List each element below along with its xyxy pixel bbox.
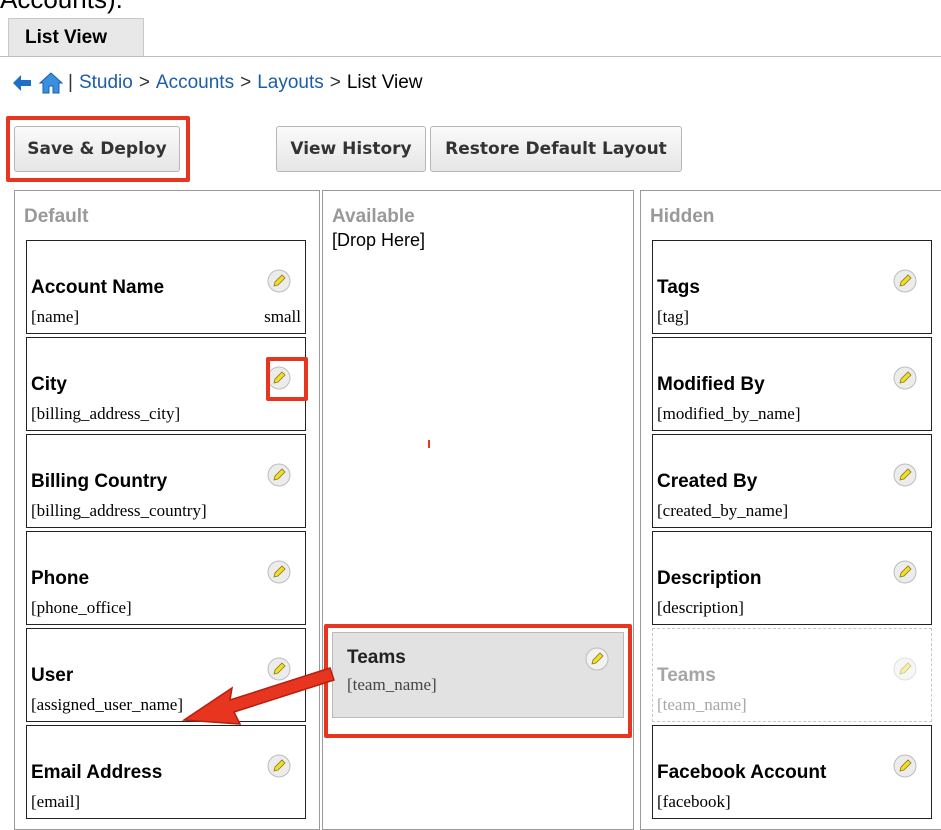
field-card-name: [created_by_name] bbox=[657, 501, 789, 520]
default-column-title: Default bbox=[24, 206, 89, 227]
pencil-edit-icon[interactable] bbox=[893, 754, 917, 778]
pencil-edit-icon bbox=[893, 657, 917, 681]
field-card-modified-by[interactable]: Modified By [modified_by_name] bbox=[652, 337, 932, 431]
tab-bar: List View bbox=[0, 10, 941, 57]
field-card-name: [email] bbox=[31, 792, 81, 811]
pencil-edit-icon[interactable] bbox=[893, 560, 917, 584]
field-card-facebook-account[interactable]: Facebook Account [facebook] bbox=[652, 725, 932, 819]
field-card-tags[interactable]: Tags [tag] bbox=[652, 240, 932, 334]
field-card-teams-ghost: Teams [team_name] bbox=[652, 628, 932, 722]
breadcrumb-accounts[interactable]: Accounts bbox=[156, 72, 234, 94]
pencil-edit-icon[interactable] bbox=[893, 366, 917, 390]
field-card-name: [phone_office] bbox=[31, 598, 132, 617]
field-card-name: [billing_address_city] bbox=[31, 404, 181, 423]
field-card-billing-country[interactable]: Billing Country [billing_address_country… bbox=[26, 434, 306, 528]
field-card-title: Phone bbox=[31, 568, 90, 589]
field-card-name: [billing_address_country] bbox=[31, 501, 207, 520]
field-card-title: Teams bbox=[657, 665, 716, 686]
field-card-name: [assigned_user_name] bbox=[31, 695, 184, 714]
breadcrumb-current: List View bbox=[346, 72, 423, 93]
field-card-title: Description bbox=[657, 568, 762, 589]
pencil-edit-icon[interactable] bbox=[893, 269, 917, 293]
field-card-city[interactable]: City [billing_address_city] bbox=[26, 337, 306, 431]
red-arrow-icon bbox=[181, 667, 335, 725]
breadcrumb-pipe: | bbox=[68, 72, 73, 93]
city-edit-highlight bbox=[266, 357, 308, 401]
tab-list-view[interactable]: List View bbox=[8, 18, 144, 56]
field-card-title: Email Address bbox=[31, 762, 163, 783]
breadcrumb-layouts[interactable]: Layouts bbox=[257, 72, 324, 94]
field-card-name: [tag] bbox=[657, 307, 690, 326]
field-card-title: User bbox=[31, 665, 74, 686]
drop-here-placeholder[interactable]: [Drop Here] bbox=[332, 230, 425, 251]
pencil-edit-icon[interactable] bbox=[267, 269, 291, 293]
pencil-edit-icon[interactable] bbox=[893, 463, 917, 487]
pencil-edit-icon[interactable] bbox=[267, 463, 291, 487]
field-card-size: small bbox=[264, 307, 301, 326]
breadcrumb-separator: > bbox=[240, 72, 252, 93]
field-card-description[interactable]: Description [description] bbox=[652, 531, 932, 625]
pencil-edit-icon[interactable] bbox=[267, 754, 291, 778]
field-card-created-by[interactable]: Created By [created_by_name] bbox=[652, 434, 932, 528]
teams-drag-highlight bbox=[324, 624, 632, 738]
available-column-title: Available bbox=[332, 206, 415, 227]
back-arrow-icon[interactable] bbox=[10, 71, 34, 95]
field-card-title: Created By bbox=[657, 471, 758, 492]
view-history-button[interactable]: View History bbox=[276, 126, 426, 172]
breadcrumb: | Studio > Accounts > Layouts > List Vie… bbox=[10, 68, 423, 98]
field-card-name: [name] bbox=[31, 307, 80, 326]
restore-default-layout-button[interactable]: Restore Default Layout bbox=[430, 126, 682, 172]
field-card-name: [facebook] bbox=[657, 792, 731, 811]
field-card-title: Tags bbox=[657, 277, 700, 298]
field-card-title: Account Name bbox=[31, 277, 165, 298]
field-card-phone[interactable]: Phone [phone_office] bbox=[26, 531, 306, 625]
save-deploy-highlight bbox=[6, 116, 190, 182]
field-card-title: Modified By bbox=[657, 374, 765, 395]
hidden-column-title: Hidden bbox=[650, 206, 715, 227]
home-icon[interactable] bbox=[38, 71, 64, 95]
breadcrumb-studio[interactable]: Studio bbox=[79, 72, 133, 94]
field-card-title: City bbox=[31, 374, 67, 395]
stray-mark bbox=[428, 440, 430, 448]
field-card-name: [description] bbox=[657, 598, 744, 617]
field-card-name: [modified_by_name] bbox=[657, 404, 801, 423]
field-card-title: Facebook Account bbox=[657, 762, 827, 783]
field-card-account-name[interactable]: Account Name [name] small bbox=[26, 240, 306, 334]
field-card-title: Billing Country bbox=[31, 471, 168, 492]
pencil-edit-icon[interactable] bbox=[267, 560, 291, 584]
field-card-name: [team_name] bbox=[657, 695, 747, 714]
breadcrumb-separator: > bbox=[329, 72, 341, 93]
breadcrumb-separator: > bbox=[138, 72, 150, 93]
